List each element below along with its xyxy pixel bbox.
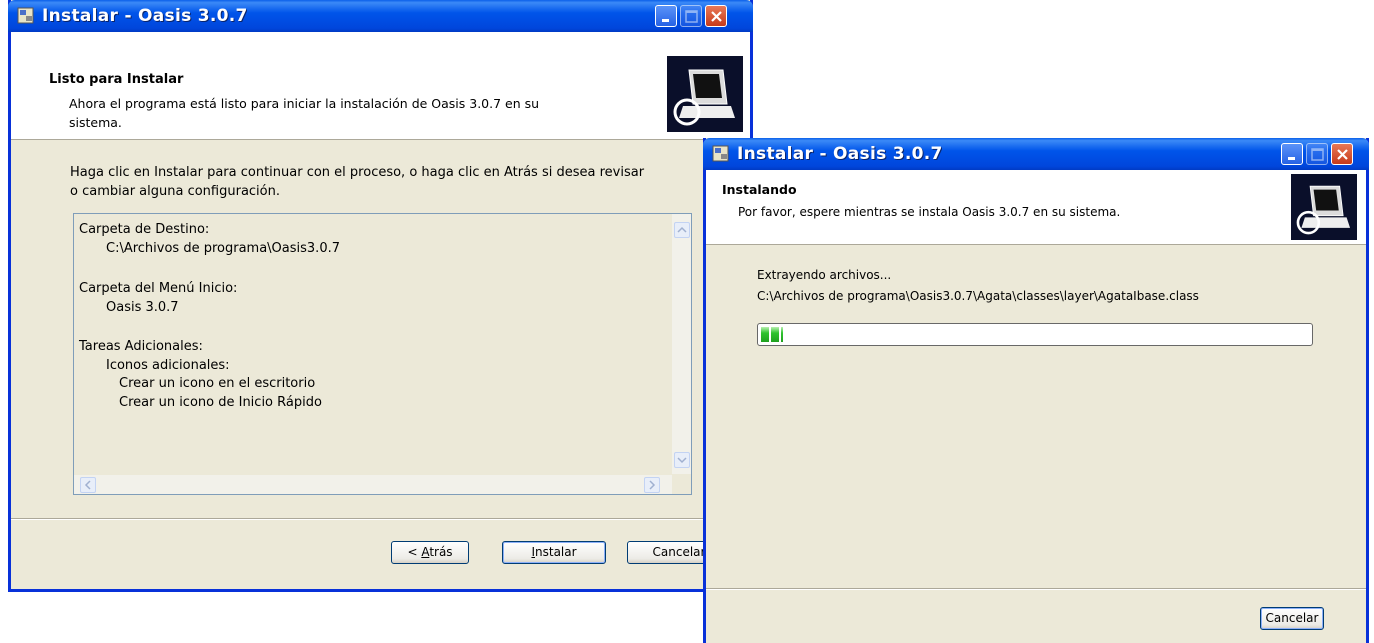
summary-memo[interactable]: Carpeta de Destino: C:\Archivos de progr… [73, 213, 692, 495]
close-button[interactable] [1331, 143, 1353, 165]
title-bar[interactable]: Instalar - Oasis 3.0.7 [8, 0, 753, 32]
summary-line: Carpeta del Menú Inicio: [79, 281, 238, 296]
progress-fill [761, 327, 783, 342]
installer-app-icon [711, 144, 730, 163]
maximize-icon [685, 10, 698, 23]
vertical-scrollbar[interactable] [672, 214, 691, 474]
wizard-header: Instalando Por favor, espere mientras se… [706, 170, 1366, 245]
horizontal-scrollbar[interactable] [74, 475, 672, 494]
progress-bar [757, 323, 1313, 346]
status-text: Extrayendo archivos... [757, 268, 892, 282]
installer-app-icon [16, 6, 35, 25]
instructions-text-line2: o cambiar alguna configuración. [70, 184, 280, 199]
wizard-header: Listo para Instalar Ahora el programa es… [11, 32, 750, 140]
scroll-left-icon[interactable] [80, 477, 96, 493]
current-file-path: C:\Archivos de programa\Oasis3.0.7\Agata… [757, 289, 1199, 303]
window-ready-to-install: Instalar - Oasis 3.0.7 Listo para Instal… [8, 0, 753, 592]
button-separator [11, 518, 750, 520]
summary-line: Carpeta de Destino: [79, 222, 210, 237]
summary-line: Iconos adicionales: [106, 358, 230, 373]
minimize-button[interactable] [1281, 143, 1303, 165]
summary-line: Crear un icono en el escritorio [119, 376, 316, 391]
maximize-button[interactable] [1306, 143, 1328, 165]
setup-computer-icon [667, 56, 743, 136]
scroll-up-icon[interactable] [674, 222, 690, 238]
header-subtitle: Por favor, espere mientras se instala Oa… [738, 205, 1121, 219]
setup-computer-icon [1291, 174, 1357, 244]
header-title: Instalando [722, 182, 797, 197]
minimize-button[interactable] [655, 5, 677, 27]
header-title: Listo para Instalar [49, 72, 184, 87]
window-title: Instalar - Oasis 3.0.7 [737, 144, 943, 164]
summary-line: C:\Archivos de programa\Oasis3.0.7 [106, 241, 340, 256]
scroll-down-icon[interactable] [674, 452, 690, 468]
summary-line: Tareas Adicionales: [79, 339, 203, 354]
progress-segment [771, 327, 779, 342]
minimize-icon [1288, 157, 1295, 160]
header-subtitle-line2: sistema. [69, 115, 122, 130]
header-subtitle: Ahora el programa está listo para inicia… [69, 96, 540, 111]
title-bar[interactable]: Instalar - Oasis 3.0.7 [703, 138, 1369, 170]
progress-segment [761, 327, 769, 342]
install-button[interactable]: Instalar [502, 541, 606, 564]
close-icon [1337, 149, 1348, 160]
close-icon [711, 11, 722, 22]
instructions-text: Haga clic en Instalar para continuar con… [70, 165, 645, 180]
minimize-icon [662, 19, 669, 22]
window-title: Instalar - Oasis 3.0.7 [42, 6, 248, 26]
cancel-button[interactable]: Cancelar [1260, 607, 1324, 630]
summary-line: Crear un icono de Inicio Rápido [119, 395, 322, 410]
button-separator [706, 588, 1366, 590]
scroll-right-icon[interactable] [644, 477, 660, 493]
window-installing: Instalar - Oasis 3.0.7 Instalando Por fa… [703, 138, 1369, 643]
summary-line: Oasis 3.0.7 [106, 300, 179, 315]
maximize-icon [1311, 148, 1324, 161]
close-button[interactable] [705, 5, 727, 27]
maximize-button[interactable] [680, 5, 702, 27]
progress-segment [781, 327, 783, 342]
back-button[interactable]: < Atrás [391, 541, 469, 564]
